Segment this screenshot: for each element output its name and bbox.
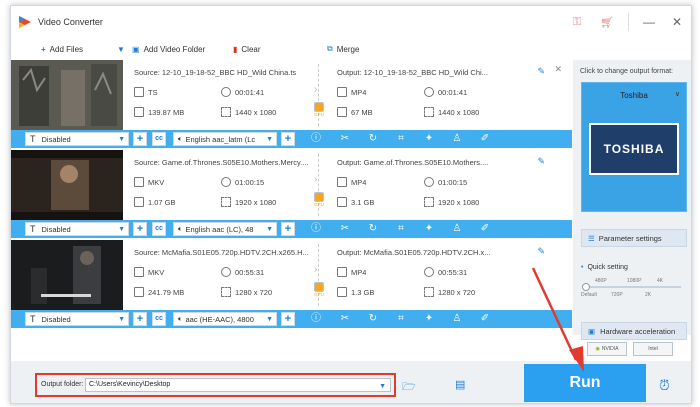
app-window: Video Converter ⚿ 🛒︎ — ✕ + Add Files ▼ ▣… [10, 5, 692, 404]
annotation-arrow [531, 267, 584, 372]
